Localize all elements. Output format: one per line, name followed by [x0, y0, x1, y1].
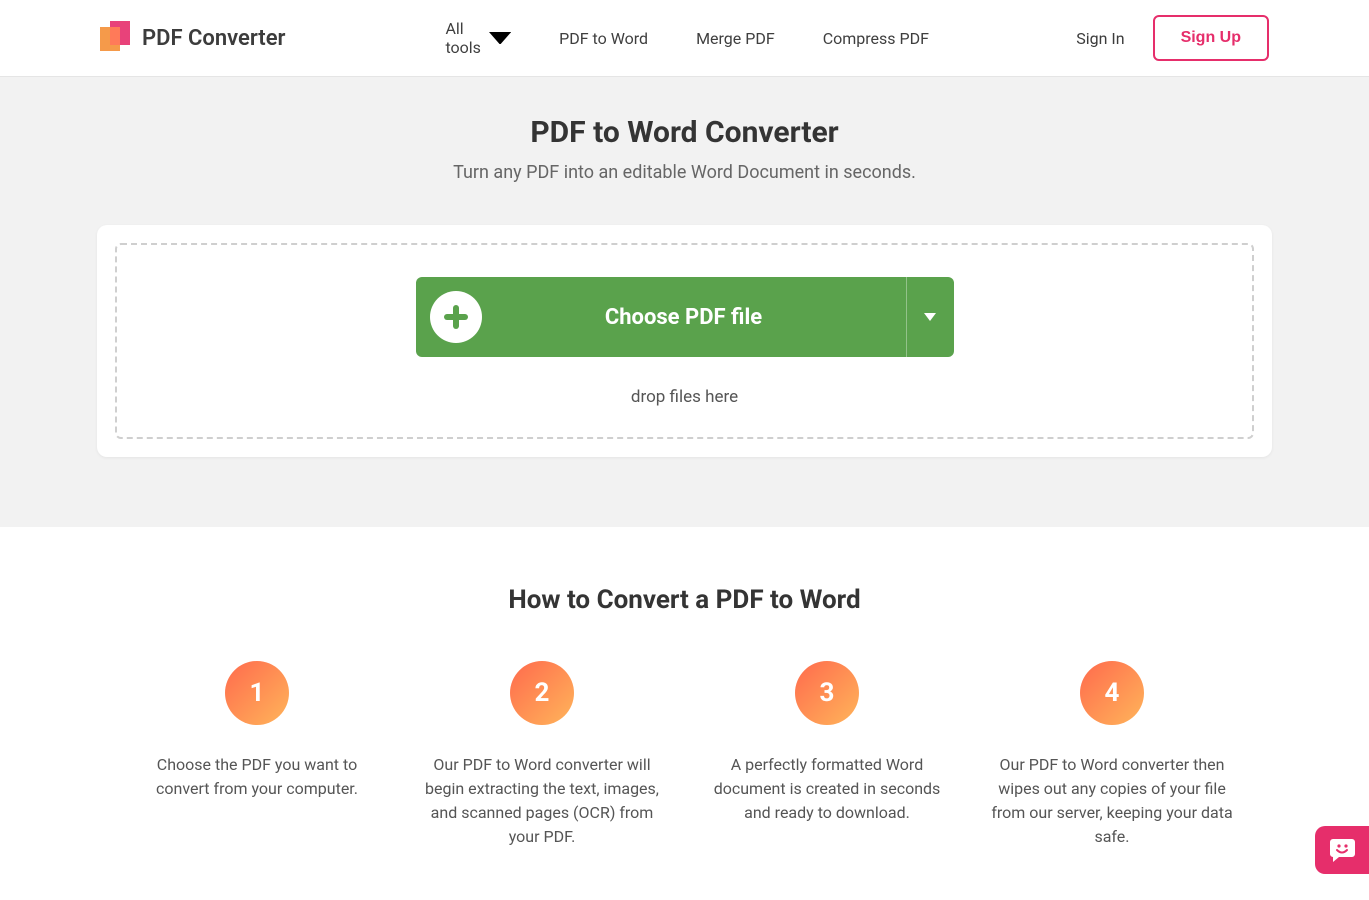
nav-pdf-to-word[interactable]: PDF to Word	[559, 29, 648, 48]
step-desc: Choose the PDF you want to convert from …	[130, 753, 385, 801]
chat-widget-button[interactable]	[1315, 826, 1369, 874]
sign-up-button[interactable]: Sign Up	[1153, 15, 1269, 61]
page-subtitle: Turn any PDF into an editable Word Docum…	[0, 162, 1369, 183]
hero-section: PDF to Word Converter Turn any PDF into …	[0, 77, 1369, 527]
header: PDF Converter All tools PDF to Word Merg…	[0, 0, 1369, 77]
nav-all-tools[interactable]: All tools	[445, 19, 511, 57]
step-3: 3 A perfectly formatted Word document is…	[700, 661, 955, 849]
caret-down-icon	[924, 313, 936, 321]
choose-file-button[interactable]: Choose PDF file	[416, 277, 906, 357]
drop-hint: drop files here	[117, 387, 1252, 407]
howto-section: How to Convert a PDF to Word 1 Choose th…	[0, 527, 1369, 889]
sign-in-link[interactable]: Sign In	[1076, 29, 1124, 48]
plus-icon	[430, 291, 482, 343]
step-2: 2 Our PDF to Word converter will begin e…	[415, 661, 670, 849]
brand[interactable]: PDF Converter	[100, 21, 285, 55]
chat-smile-icon	[1328, 837, 1356, 863]
upload-card: Choose PDF file drop files here	[97, 225, 1272, 457]
step-badge: 2	[510, 661, 574, 725]
step-desc: Our PDF to Word converter will begin ext…	[415, 753, 670, 849]
brand-logo-icon	[100, 21, 130, 55]
caret-down-icon	[489, 32, 511, 45]
nav-compress-pdf[interactable]: Compress PDF	[823, 29, 929, 48]
howto-title: How to Convert a PDF to Word	[100, 585, 1269, 615]
choose-file-dropdown[interactable]	[906, 277, 954, 357]
step-badge: 3	[795, 661, 859, 725]
step-desc: Our PDF to Word converter then wipes out…	[985, 753, 1240, 849]
nav-merge-pdf[interactable]: Merge PDF	[696, 29, 775, 48]
steps-row: 1 Choose the PDF you want to convert fro…	[100, 661, 1269, 849]
auth-area: Sign In Sign Up	[1076, 15, 1269, 61]
brand-name: PDF Converter	[142, 26, 285, 51]
dropzone[interactable]: Choose PDF file drop files here	[115, 243, 1254, 439]
page-title: PDF to Word Converter	[0, 115, 1369, 150]
step-badge: 1	[225, 661, 289, 725]
step-badge: 4	[1080, 661, 1144, 725]
step-1: 1 Choose the PDF you want to convert fro…	[130, 661, 385, 849]
main-nav: All tools PDF to Word Merge PDF Compress…	[445, 19, 928, 57]
step-desc: A perfectly formatted Word document is c…	[700, 753, 955, 825]
nav-all-tools-label: All tools	[445, 19, 480, 57]
choose-file-label: Choose PDF file	[482, 305, 906, 330]
step-4: 4 Our PDF to Word converter then wipes o…	[985, 661, 1240, 849]
